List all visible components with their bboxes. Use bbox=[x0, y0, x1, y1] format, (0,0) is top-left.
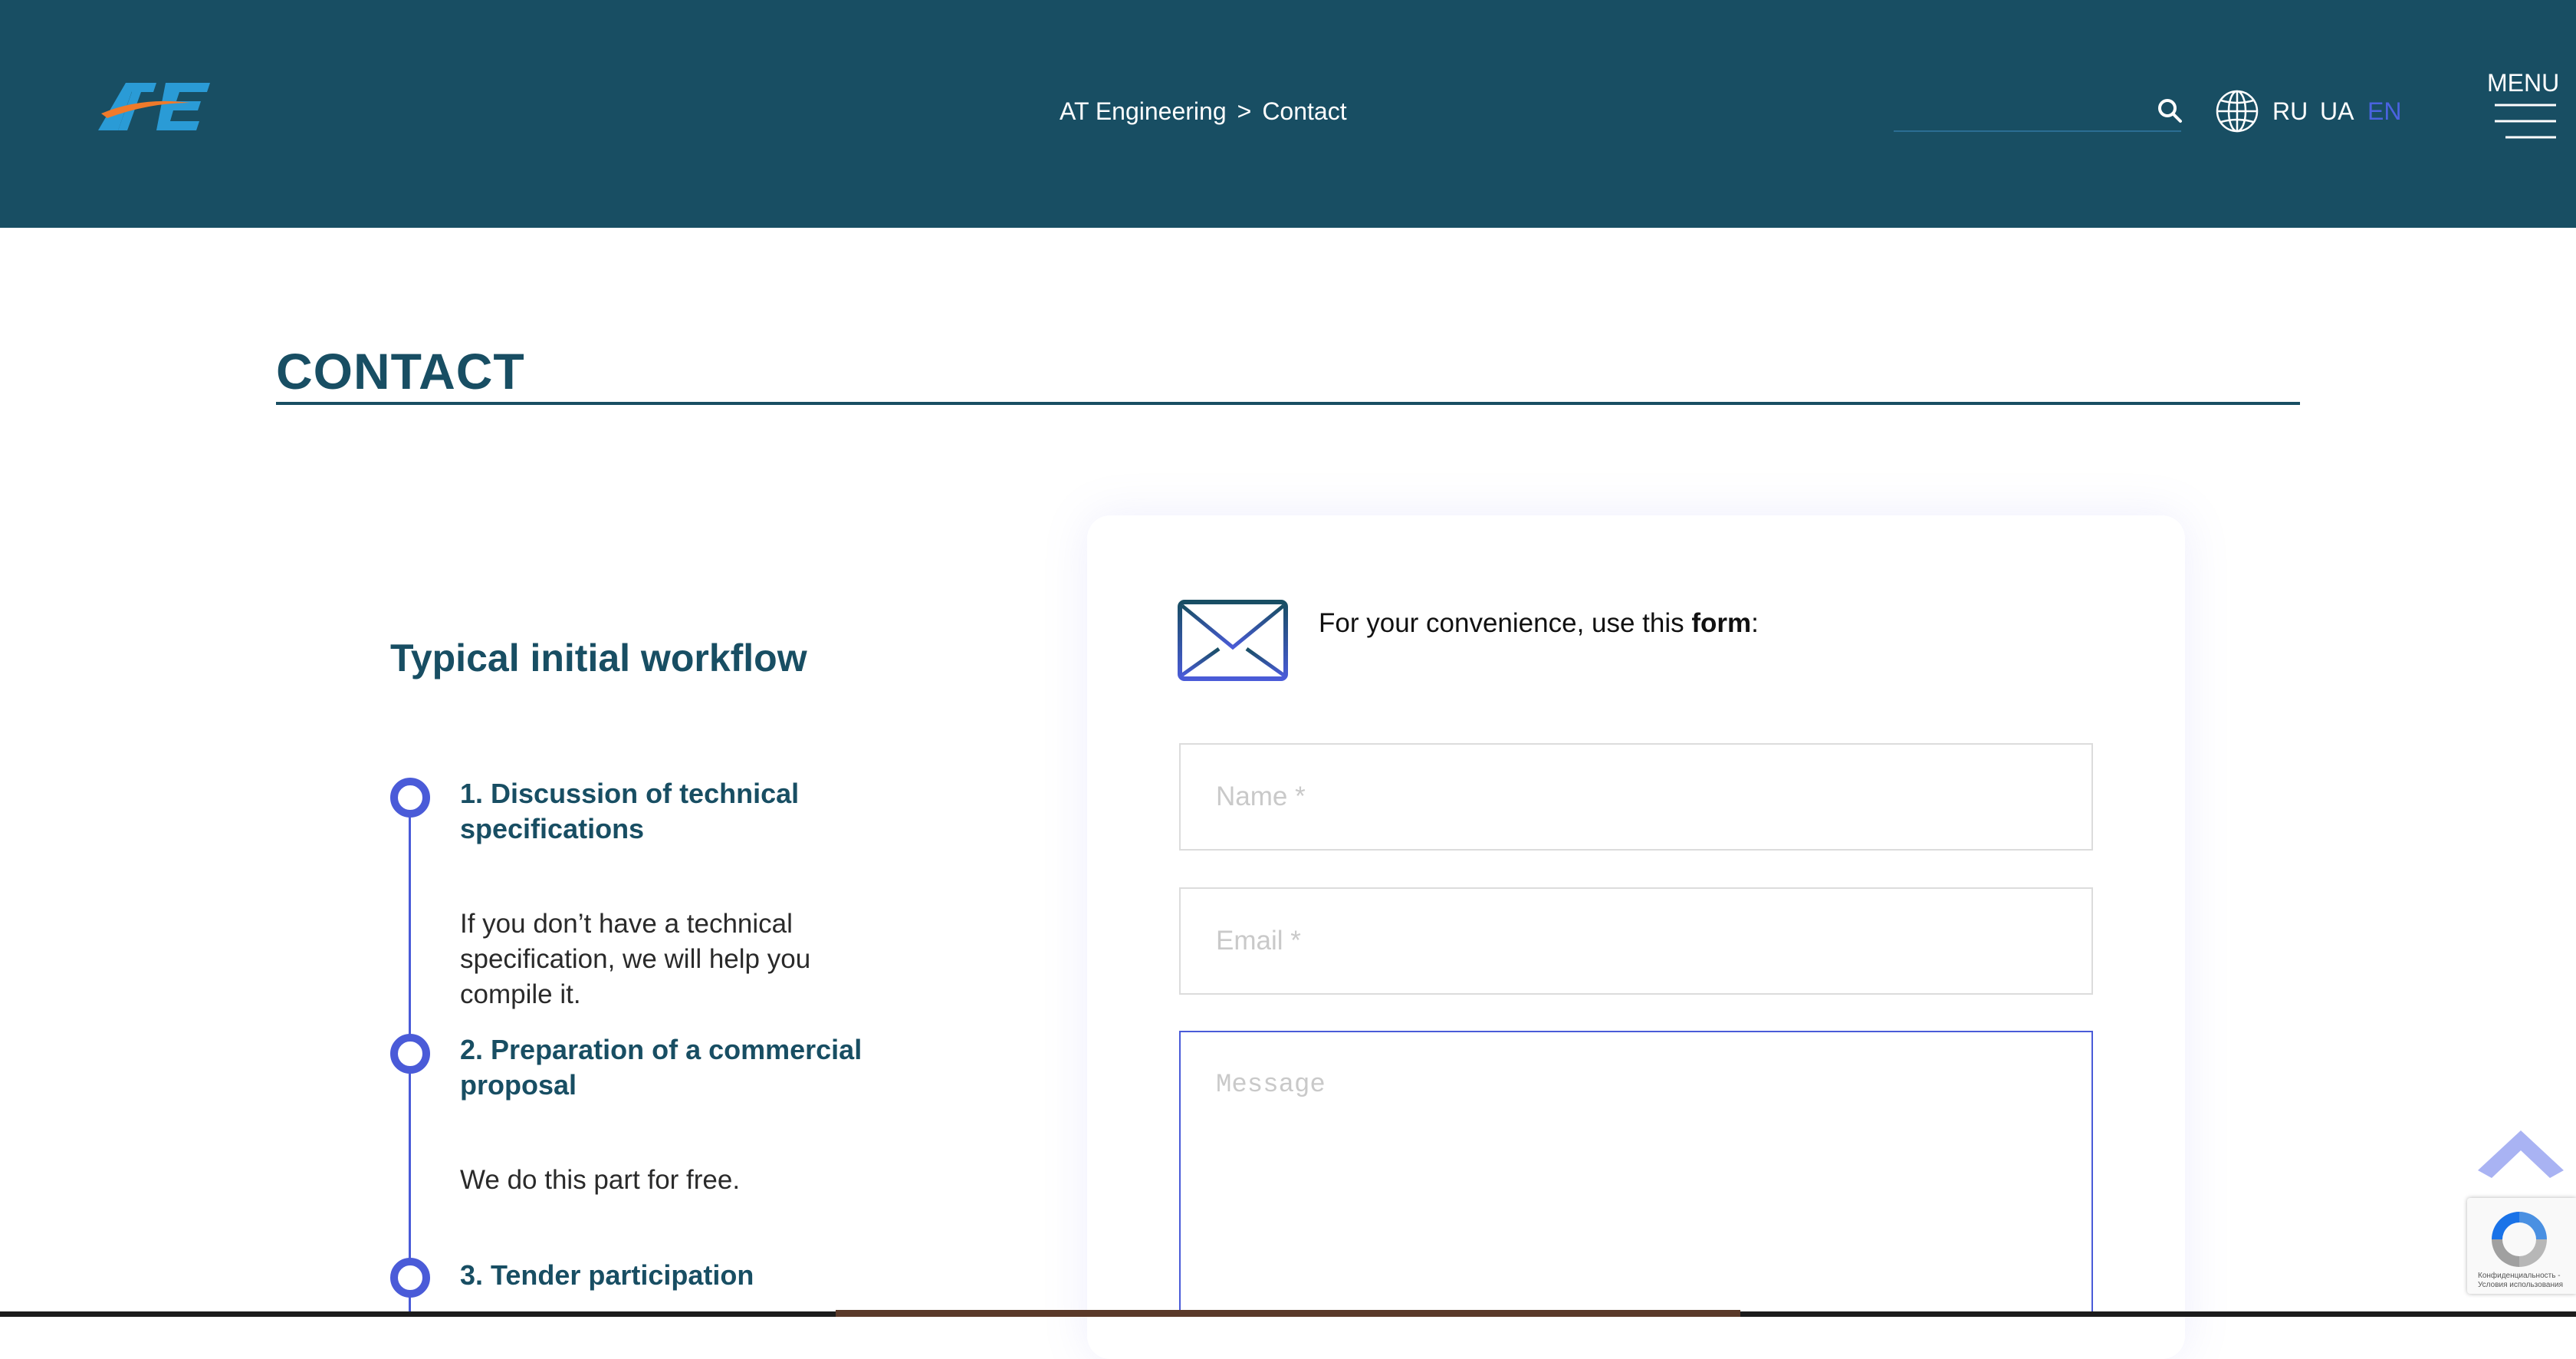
form-intro: For your convenience, use this form: bbox=[1319, 606, 1759, 641]
recaptcha-text[interactable]: Конфиденциальность - Условия использован… bbox=[2478, 1272, 2573, 1290]
breadcrumb-separator: > bbox=[1237, 97, 1252, 125]
step-description-1: If you don’t have a technical specificat… bbox=[460, 909, 811, 1009]
scroll-to-top-icon[interactable] bbox=[2478, 1130, 2564, 1178]
name-input[interactable] bbox=[1179, 743, 2093, 851]
step-title-1: 1. Discussion of technical specification… bbox=[460, 778, 800, 844]
recaptcha-badge[interactable]: Конфиденциальность - Условия использован… bbox=[2467, 1198, 2576, 1294]
breadcrumb: AT Engineering > Contact bbox=[1060, 95, 1347, 127]
workflow-title: Typical initial workflow bbox=[390, 637, 807, 680]
step-marker-1 bbox=[390, 778, 430, 818]
message-textarea[interactable] bbox=[1179, 1031, 2093, 1317]
ate-logo[interactable] bbox=[95, 77, 242, 138]
globe-icon bbox=[2216, 90, 2259, 133]
step-title-2: 2. Preparation of a commercial proposal bbox=[460, 1034, 863, 1101]
search-icon[interactable] bbox=[2156, 97, 2183, 124]
menu-label[interactable]: MENU bbox=[2487, 67, 2559, 98]
breadcrumb-home-link[interactable]: AT Engineering bbox=[1060, 95, 1227, 127]
page-title: CONTACT bbox=[276, 343, 525, 400]
envelope-icon bbox=[1178, 600, 1288, 681]
form-intro-suffix: : bbox=[1751, 608, 1759, 638]
recaptcha-icon bbox=[2492, 1212, 2547, 1267]
step-marker-2 bbox=[390, 1034, 430, 1074]
title-divider bbox=[276, 402, 2300, 405]
email-input[interactable] bbox=[1179, 887, 2093, 995]
step-title-3: 3. Tender participation bbox=[460, 1259, 754, 1291]
hamburger-icon[interactable] bbox=[2495, 103, 2556, 140]
step-marker-3 bbox=[390, 1258, 430, 1298]
search-input-underline[interactable] bbox=[1894, 130, 2181, 132]
step-description-2: We do this part for free. bbox=[460, 1165, 741, 1195]
lang-ru[interactable]: RU bbox=[2272, 95, 2308, 127]
site-header: AT Engineering > Contact RU UA EN MENU bbox=[0, 0, 2576, 228]
form-intro-bold: form bbox=[1691, 608, 1752, 638]
breadcrumb-current: Contact bbox=[1262, 97, 1347, 125]
bottom-strip-accent bbox=[836, 1310, 1740, 1317]
lang-ua[interactable]: UA bbox=[2320, 95, 2354, 127]
form-intro-text: For your convenience, use this bbox=[1319, 608, 1692, 638]
lang-en[interactable]: EN bbox=[2367, 95, 2401, 127]
